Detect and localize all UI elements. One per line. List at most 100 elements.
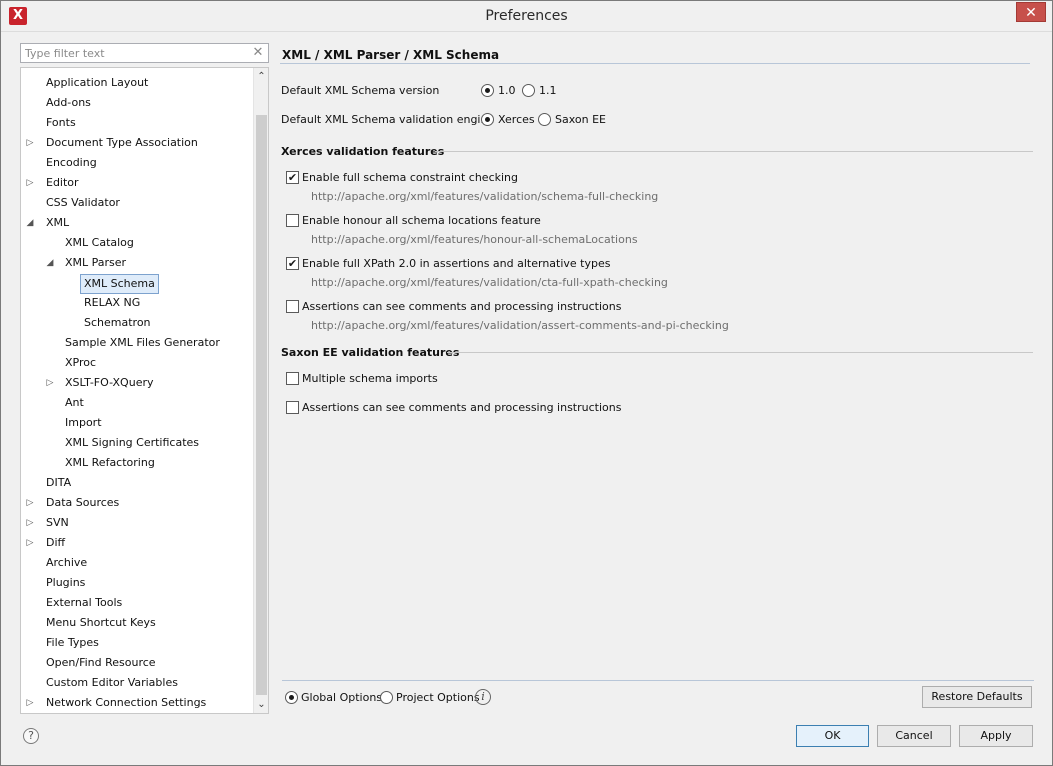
- tree-item[interactable]: Plugins: [21, 574, 252, 592]
- schema-version-label: Default XML Schema version: [281, 84, 440, 97]
- tree-item-label: XProc: [65, 356, 97, 369]
- tree-item[interactable]: XML Catalog: [21, 234, 252, 252]
- tree-item-label: Sample XML Files Generator: [65, 336, 220, 349]
- xerces-section-title: Xerces validation features: [281, 145, 445, 158]
- tree-item[interactable]: ▷ Diff: [21, 534, 252, 552]
- preferences-tree: Application Layout Add-ons Fonts ▷ Document …: [20, 67, 269, 714]
- engine-saxon-radio[interactable]: [538, 113, 551, 126]
- close-window-button[interactable]: ✕: [1016, 2, 1046, 22]
- tree-item[interactable]: Encoding: [21, 154, 252, 172]
- tree-item[interactable]: ▷ Data Sources: [21, 494, 252, 512]
- clear-filter-icon[interactable]: ✕: [251, 45, 265, 61]
- project-options-label[interactable]: Project Options: [396, 691, 480, 704]
- feature-label[interactable]: Enable full XPath 2.0 in assertions and …: [302, 257, 610, 270]
- tree-item-label: XML Catalog: [65, 236, 134, 249]
- collapsed-arrow-icon[interactable]: ▷: [25, 694, 35, 712]
- version-1-1-label[interactable]: 1.1: [539, 84, 557, 97]
- xerces-section-divider: [435, 151, 1033, 152]
- scroll-thumb[interactable]: [256, 115, 267, 695]
- tree-item[interactable]: XML Schema: [21, 274, 252, 294]
- tree-item[interactable]: ◢ XML Parser: [21, 254, 252, 272]
- tree-item-label: Fonts: [46, 116, 76, 129]
- feature-checkbox[interactable]: [286, 214, 299, 227]
- tree-item-label: XML Refactoring: [65, 456, 155, 469]
- engine-xerces-label[interactable]: Xerces: [498, 113, 535, 126]
- tree-item[interactable]: ▷ Editor: [21, 174, 252, 192]
- engine-saxon-label[interactable]: Saxon EE: [555, 113, 606, 126]
- tree-item[interactable]: ◢ XML: [21, 214, 252, 232]
- tree-item[interactable]: XML Signing Certificates: [21, 434, 252, 452]
- tree-item-label: Document Type Association: [46, 136, 198, 149]
- tree-item-label: Schematron: [84, 316, 151, 329]
- filter-input[interactable]: [21, 44, 246, 62]
- info-icon[interactable]: i: [475, 689, 491, 705]
- tree-item[interactable]: ▷ SVN: [21, 514, 252, 532]
- global-options-radio[interactable]: [285, 691, 298, 704]
- feature-checkbox[interactable]: [286, 300, 299, 313]
- collapsed-arrow-icon[interactable]: ▷: [25, 134, 35, 152]
- tree-item-label: RELAX NG: [84, 296, 141, 309]
- ok-button[interactable]: OK: [796, 725, 869, 747]
- tree-item[interactable]: ▷ XSLT-FO-XQuery: [21, 374, 252, 392]
- tree-item[interactable]: External Tools: [21, 594, 252, 612]
- tree-item[interactable]: CSS Validator: [21, 194, 252, 212]
- project-options-radio[interactable]: [380, 691, 393, 704]
- tree-item[interactable]: Custom Editor Variables: [21, 674, 252, 692]
- tree-item[interactable]: ▷ Document Type Association: [21, 134, 252, 152]
- tree-item[interactable]: ▷ Network Connection Settings: [21, 694, 252, 712]
- collapsed-arrow-icon[interactable]: ▷: [45, 374, 55, 392]
- tree-item-label: XSLT-FO-XQuery: [65, 376, 154, 389]
- tree-item[interactable]: Schematron: [21, 314, 252, 332]
- saxon-feature-label[interactable]: Multiple schema imports: [302, 372, 438, 385]
- collapsed-arrow-icon[interactable]: ▷: [25, 174, 35, 192]
- saxon-feature-label[interactable]: Assertions can see comments and processi…: [302, 401, 621, 414]
- tree-item[interactable]: Sample XML Files Generator: [21, 334, 252, 352]
- tree-item[interactable]: DITA: [21, 474, 252, 492]
- feature-checkbox[interactable]: ✔: [286, 171, 299, 184]
- feature-checkbox[interactable]: ✔: [286, 257, 299, 270]
- engine-xerces-radio[interactable]: [481, 113, 494, 126]
- scroll-down-icon[interactable]: ⌄: [254, 696, 269, 713]
- expanded-arrow-icon[interactable]: ◢: [45, 254, 55, 272]
- restore-defaults-button[interactable]: Restore Defaults: [922, 686, 1032, 708]
- tree-item-label: DITA: [46, 476, 72, 489]
- tree-item[interactable]: Import: [21, 414, 252, 432]
- tree-item-label: SVN: [46, 516, 69, 529]
- tree-item[interactable]: Application Layout: [21, 74, 252, 92]
- global-options-label[interactable]: Global Options: [301, 691, 382, 704]
- title-divider: [280, 63, 1030, 64]
- tree-item[interactable]: Archive: [21, 554, 252, 572]
- tree-item-label: Editor: [46, 176, 79, 189]
- feature-label[interactable]: Assertions can see comments and processi…: [302, 300, 621, 313]
- tree-item[interactable]: File Types: [21, 634, 252, 652]
- tree-item-label: XML: [46, 216, 70, 229]
- tree-item-label: Menu Shortcut Keys: [46, 616, 156, 629]
- tree-item[interactable]: Ant: [21, 394, 252, 412]
- collapsed-arrow-icon[interactable]: ▷: [25, 514, 35, 532]
- tree-item-label: External Tools: [46, 596, 123, 609]
- tree-scrollbar[interactable]: ⌃ ⌄: [253, 68, 268, 713]
- collapsed-arrow-icon[interactable]: ▷: [25, 534, 35, 552]
- scroll-up-icon[interactable]: ⌃: [254, 68, 269, 85]
- version-1-0-radio[interactable]: [481, 84, 494, 97]
- saxon-feature-checkbox[interactable]: [286, 401, 299, 414]
- tree-item[interactable]: Open/Find Resource: [21, 654, 252, 672]
- feature-label[interactable]: Enable full schema constraint checking: [302, 171, 518, 184]
- expanded-arrow-icon[interactable]: ◢: [25, 214, 35, 232]
- tree-item-label: XML Signing Certificates: [65, 436, 200, 449]
- help-icon[interactable]: ?: [23, 728, 39, 744]
- collapsed-arrow-icon[interactable]: ▷: [25, 494, 35, 512]
- feature-label[interactable]: Enable honour all schema locations featu…: [302, 214, 541, 227]
- version-1-1-radio[interactable]: [522, 84, 535, 97]
- tree-item[interactable]: RELAX NG: [21, 294, 252, 312]
- version-1-0-label[interactable]: 1.0: [498, 84, 516, 97]
- tree-item-label: Network Connection Settings: [46, 696, 207, 709]
- tree-item[interactable]: XML Refactoring: [21, 454, 252, 472]
- saxon-feature-checkbox[interactable]: [286, 372, 299, 385]
- cancel-button[interactable]: Cancel: [877, 725, 951, 747]
- apply-button[interactable]: Apply: [959, 725, 1033, 747]
- tree-item[interactable]: Menu Shortcut Keys: [21, 614, 252, 632]
- tree-item[interactable]: Add-ons: [21, 94, 252, 112]
- tree-item[interactable]: Fonts: [21, 114, 252, 132]
- tree-item[interactable]: XProc: [21, 354, 252, 372]
